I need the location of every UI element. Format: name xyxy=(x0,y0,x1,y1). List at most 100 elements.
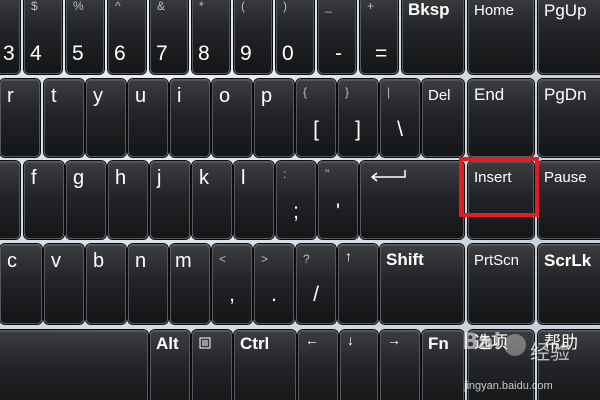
key-f[interactable]: f xyxy=(24,161,64,239)
key-left[interactable]: ← xyxy=(298,330,338,400)
key-pagedown[interactable]: PgDn xyxy=(538,79,600,157)
key-j[interactable]: j xyxy=(150,161,190,239)
key-u-label: u xyxy=(135,85,147,107)
key-menu[interactable] xyxy=(192,330,232,400)
key-5[interactable]: % 5 xyxy=(66,0,104,74)
key-semicolon-shift-label: : xyxy=(283,167,287,181)
key-ctrl-label: Ctrl xyxy=(240,334,270,353)
key-r[interactable]: r xyxy=(0,79,40,157)
key-minus[interactable]: _ - xyxy=(318,0,356,74)
key-alt-label: Alt xyxy=(156,334,179,353)
key-close-bracket-label: ] xyxy=(355,118,361,141)
key-backslash-label: \ xyxy=(397,118,403,141)
key-k[interactable]: k xyxy=(192,161,232,239)
key-0-shift-label: ) xyxy=(283,0,287,13)
key-slash[interactable]: ? / xyxy=(296,244,336,324)
key-home[interactable]: Home xyxy=(468,0,534,74)
key-alt[interactable]: Alt xyxy=(150,330,190,400)
key-pause[interactable]: Pause xyxy=(538,161,600,239)
key-7-shift-label: & xyxy=(157,0,166,13)
menu-icon xyxy=(199,337,211,349)
key-7[interactable]: & 7 xyxy=(150,0,188,74)
key-9[interactable]: ( 9 xyxy=(234,0,272,74)
key-insert-label: Insert xyxy=(474,169,512,186)
key-u[interactable]: u xyxy=(128,79,168,157)
key-shift[interactable]: Shift xyxy=(380,244,464,324)
key-h[interactable]: h xyxy=(108,161,148,239)
key-down[interactable]: ↓ xyxy=(340,330,378,400)
key-up[interactable]: ↑ xyxy=(338,244,378,324)
key-insert[interactable]: Insert xyxy=(468,161,534,239)
enter-arrow-icon xyxy=(370,170,406,182)
key-open-bracket[interactable]: { [ xyxy=(296,79,336,157)
key-m[interactable]: m xyxy=(170,244,210,324)
key-minus-label: - xyxy=(335,42,342,65)
key-f-label: f xyxy=(31,167,37,189)
key-scrolllock-label: ScrLk xyxy=(544,251,592,270)
key-comma-shift-label: < xyxy=(219,252,227,266)
key-scrolllock[interactable]: ScrLk xyxy=(538,244,600,324)
key-space[interactable] xyxy=(0,330,148,400)
key-minus-shift-label: _ xyxy=(325,0,332,13)
key-printscreen-label: PrtScn xyxy=(474,252,520,269)
key-open-bracket-shift-label: { xyxy=(303,85,308,99)
key-ctrl[interactable]: Ctrl xyxy=(234,330,296,400)
key-n[interactable]: n xyxy=(128,244,168,324)
key-v-label: v xyxy=(51,250,61,272)
key-t[interactable]: t xyxy=(44,79,84,157)
key-printscreen[interactable]: PrtScn xyxy=(468,244,534,324)
key-backspace-label: Bksp xyxy=(408,0,450,19)
key-equals-shift-label: + xyxy=(367,0,375,13)
key-y-label: y xyxy=(93,85,103,107)
key-4[interactable]: $ 4 xyxy=(24,0,62,74)
key-g[interactable]: g xyxy=(66,161,106,239)
key-o-label: o xyxy=(219,85,231,107)
key-open-bracket-label: [ xyxy=(313,118,319,141)
key-8[interactable]: * 8 xyxy=(192,0,230,74)
key-9-shift-label: ( xyxy=(241,0,245,13)
key-5-label: 5 xyxy=(72,42,84,65)
key-h-label: h xyxy=(115,167,127,189)
key-close-bracket[interactable]: } ] xyxy=(338,79,378,157)
key-3[interactable]: 3 xyxy=(0,0,20,74)
key-i[interactable]: i xyxy=(170,79,210,157)
key-comma[interactable]: < , xyxy=(212,244,252,324)
key-8-label: 8 xyxy=(198,42,210,65)
key-delete[interactable]: Del xyxy=(422,79,464,157)
key-y[interactable]: y xyxy=(86,79,126,157)
key-p[interactable]: p xyxy=(254,79,294,157)
key-enter[interactable] xyxy=(360,161,464,239)
key-v[interactable]: v xyxy=(44,244,84,324)
key-help[interactable]: 帮助 xyxy=(538,330,600,400)
key-slash-shift-label: ? xyxy=(303,252,310,266)
key-home-label: Home xyxy=(474,2,515,19)
key-0-label: 0 xyxy=(282,42,294,65)
key-fn[interactable]: Fn xyxy=(422,330,464,400)
key-equals[interactable]: + = xyxy=(360,0,398,74)
key-pageup[interactable]: PgUp xyxy=(538,0,600,74)
arrow-left-icon: ← xyxy=(305,332,319,348)
key-l[interactable]: l xyxy=(234,161,274,239)
key-semicolon[interactable]: : ; xyxy=(276,161,316,239)
key-6[interactable]: ^ 6 xyxy=(108,0,146,74)
key-o[interactable]: o xyxy=(212,79,252,157)
key-semicolon-label: ; xyxy=(293,200,299,223)
key-end[interactable]: End xyxy=(468,79,534,157)
key-shift-label: Shift xyxy=(386,250,424,269)
key-backslash-shift-label: | xyxy=(387,85,391,99)
key-d-partial[interactable] xyxy=(0,161,20,239)
key-0[interactable]: ) 0 xyxy=(276,0,314,74)
key-p-label: p xyxy=(261,85,273,107)
key-backspace[interactable]: Bksp xyxy=(402,0,464,74)
key-quote[interactable]: " ' xyxy=(318,161,358,239)
key-options[interactable]: 选项 xyxy=(468,330,534,400)
key-g-label: g xyxy=(73,167,85,189)
key-period-shift-label: > xyxy=(261,252,269,266)
key-period[interactable]: > . xyxy=(254,244,294,324)
key-backslash[interactable]: | \ xyxy=(380,79,420,157)
key-b[interactable]: b xyxy=(86,244,126,324)
key-c[interactable]: c xyxy=(0,244,42,324)
key-m-label: m xyxy=(175,250,192,272)
key-right[interactable]: → xyxy=(380,330,420,400)
key-6-shift-label: ^ xyxy=(115,0,121,13)
